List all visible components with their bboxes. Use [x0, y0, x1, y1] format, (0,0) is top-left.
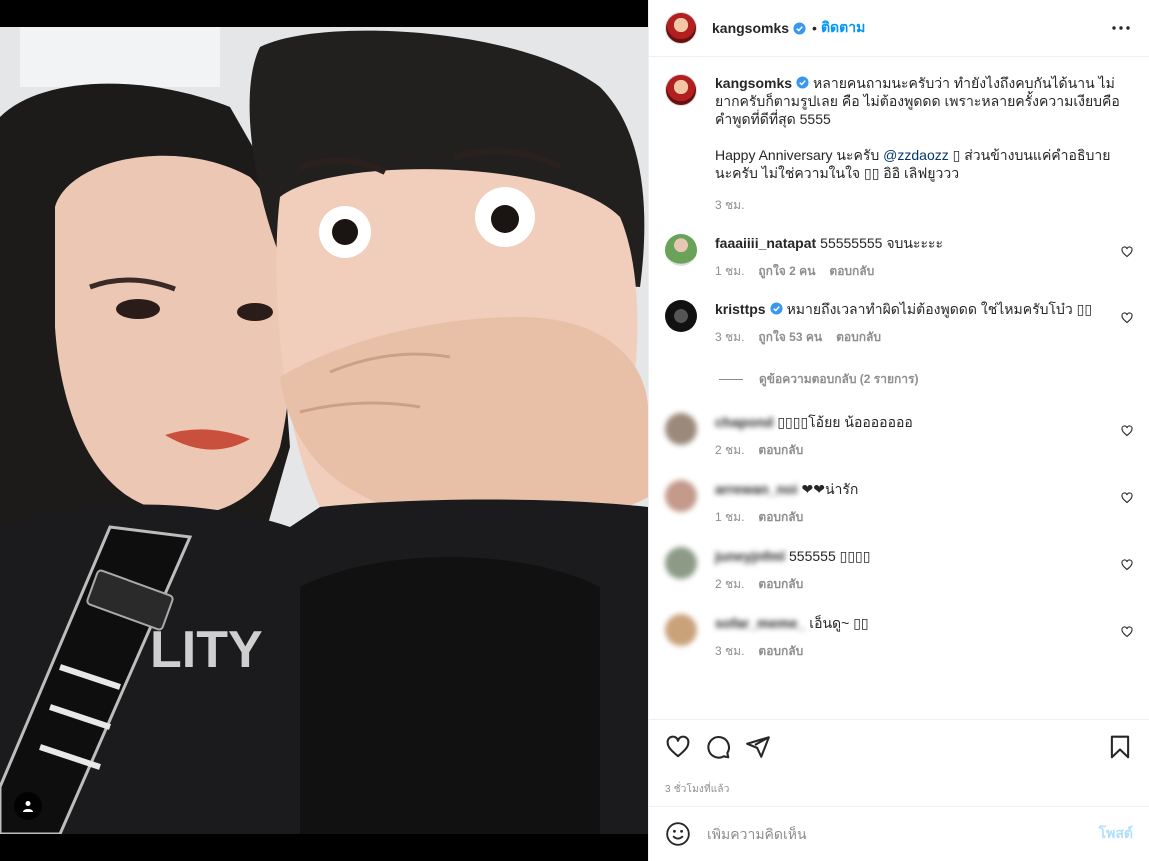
person-icon: [23, 801, 33, 812]
reply-item: chapond ▯▯▯▯โอ้ยย น้อออออออ 2 ชม. ตอบกลับ: [665, 413, 1133, 459]
reply-button[interactable]: ตอบกลับ: [829, 262, 874, 280]
comment-likes-link[interactable]: ถูกใจ 53 คน: [758, 328, 822, 346]
more-options-icon: [1112, 26, 1130, 30]
replier-avatar[interactable]: [665, 547, 697, 579]
post-comment-button[interactable]: โพสต์: [1099, 823, 1133, 845]
reply-button[interactable]: ตอบกลับ: [758, 642, 803, 660]
comment-item: faaaiiii_natapat 55555555 จบนะะะะ 1 ชม. ถ…: [665, 234, 1133, 280]
commenter-avatar[interactable]: [665, 234, 697, 266]
verified-badge-icon: [793, 21, 806, 35]
comment-item: kristtps หมายถึงเวลาทำผิดไม่ต้องพูดดด ใช่…: [665, 300, 1133, 346]
like-comment-heart-icon[interactable]: [1121, 626, 1133, 638]
replier-username[interactable]: sofar_meme_: [715, 615, 805, 631]
divider-line: [719, 379, 743, 380]
comment-time: 1 ชม.: [715, 264, 745, 278]
post-actions: 3 ชั่วโมงที่แล้ว: [649, 719, 1149, 797]
add-comment-bar: โพสต์: [649, 806, 1149, 861]
reply-button[interactable]: ตอบกลับ: [758, 441, 803, 459]
reply-text: ❤❤น่ารัก: [801, 481, 859, 497]
share-paper-plane-icon[interactable]: [745, 734, 771, 760]
tagged-users-button[interactable]: [14, 792, 42, 820]
replier-username[interactable]: arrewan_noi: [715, 481, 797, 497]
author-avatar[interactable]: [665, 12, 697, 44]
separator-dot: •: [812, 20, 817, 36]
reply-button[interactable]: ตอบกลับ: [836, 328, 881, 346]
commenter-avatar[interactable]: [665, 300, 697, 332]
comment-text: 55555555 จบนะะะะ: [820, 235, 944, 251]
replier-avatar[interactable]: [665, 614, 697, 646]
reply-time: 2 ชม.: [715, 443, 745, 457]
reply-text: 555555 ▯▯▯▯: [789, 548, 871, 564]
reply-text: เอ็นดู~ ▯▯: [809, 615, 869, 631]
like-heart-icon[interactable]: [665, 734, 691, 760]
like-comment-heart-icon[interactable]: [1121, 492, 1133, 504]
action-icons-row: [665, 720, 1133, 774]
replier-username[interactable]: juneyjnfml: [715, 548, 785, 564]
reply-time: 2 ชม.: [715, 577, 745, 591]
replier-avatar[interactable]: [665, 413, 697, 445]
commenter-username[interactable]: kristtps: [715, 301, 766, 317]
post-header: kangsomks • ติดตาม: [649, 0, 1149, 57]
more-options-button[interactable]: [1109, 16, 1133, 40]
comments-list[interactable]: kangsomks หลายคนถามนะครับว่า ทำยังไงถึงคบ…: [649, 58, 1149, 719]
reply-time: 3 ชม.: [715, 644, 745, 658]
comment-time: 3 ชม.: [715, 330, 745, 344]
replier-username[interactable]: chapond: [715, 414, 773, 430]
caption-mention-link[interactable]: @zzdaozz: [883, 147, 949, 163]
verified-badge-icon: [770, 302, 783, 315]
post-photo[interactable]: LITY: [0, 27, 648, 834]
verified-badge-icon: [796, 76, 809, 89]
author-username[interactable]: kangsomks: [712, 20, 789, 36]
reply-button[interactable]: ตอบกลับ: [758, 575, 803, 593]
comment-bubble-icon[interactable]: [705, 734, 731, 760]
caption-username[interactable]: kangsomks: [715, 75, 792, 91]
author-avatar[interactable]: [665, 74, 697, 106]
replier-avatar[interactable]: [665, 480, 697, 512]
emoji-icon[interactable]: [665, 821, 691, 847]
like-comment-heart-icon[interactable]: [1121, 246, 1133, 258]
save-bookmark-icon[interactable]: [1107, 734, 1133, 760]
comment-likes-link[interactable]: ถูกใจ 2 คน: [758, 262, 815, 280]
reply-time: 1 ชม.: [715, 510, 745, 524]
comment-input[interactable]: [707, 826, 1099, 842]
reply-item: arrewan_noi ❤❤น่ารัก 1 ชม. ตอบกลับ: [665, 480, 1133, 526]
follow-button[interactable]: ติดตาม: [821, 17, 865, 39]
post-timestamp[interactable]: 3 ชั่วโมงที่แล้ว: [665, 782, 1133, 797]
reply-item: juneyjnfml 555555 ▯▯▯▯ 2 ชม. ตอบกลับ: [665, 547, 1133, 593]
reply-button[interactable]: ตอบกลับ: [758, 508, 803, 526]
caption: kangsomks หลายคนถามนะครับว่า ทำยังไงถึงคบ…: [665, 74, 1133, 214]
reply-text: ▯▯▯▯โอ้ยย น้อออออออ: [777, 414, 913, 430]
comment-text: หมายถึงเวลาทำผิดไม่ต้องพูดดด ใช่ไหมครับโ…: [786, 301, 1093, 317]
view-replies-button[interactable]: ดูข้อความตอบกลับ (2 รายการ): [719, 370, 1133, 389]
like-comment-heart-icon[interactable]: [1121, 425, 1133, 437]
like-comment-heart-icon[interactable]: [1121, 559, 1133, 571]
post-photo-pane: LITY: [0, 0, 648, 861]
caption-text-2-prefix: Happy Anniversary นะครับ: [715, 147, 884, 163]
like-comment-heart-icon[interactable]: [1121, 312, 1133, 324]
commenter-username[interactable]: faaaiiii_natapat: [715, 235, 816, 251]
reply-item: sofar_meme_ เอ็นดู~ ▯▯ 3 ชม. ตอบกลับ: [665, 614, 1133, 660]
post-side-panel: kangsomks • ติดตาม kangsomks หลายคนถามนะค…: [648, 0, 1149, 861]
view-replies-label: ดูข้อความตอบกลับ (2 รายการ): [759, 372, 919, 386]
shirt-print: LITY: [150, 621, 263, 679]
caption-time: 3 ชม.: [715, 198, 745, 212]
photo-illustration: LITY: [0, 27, 648, 834]
